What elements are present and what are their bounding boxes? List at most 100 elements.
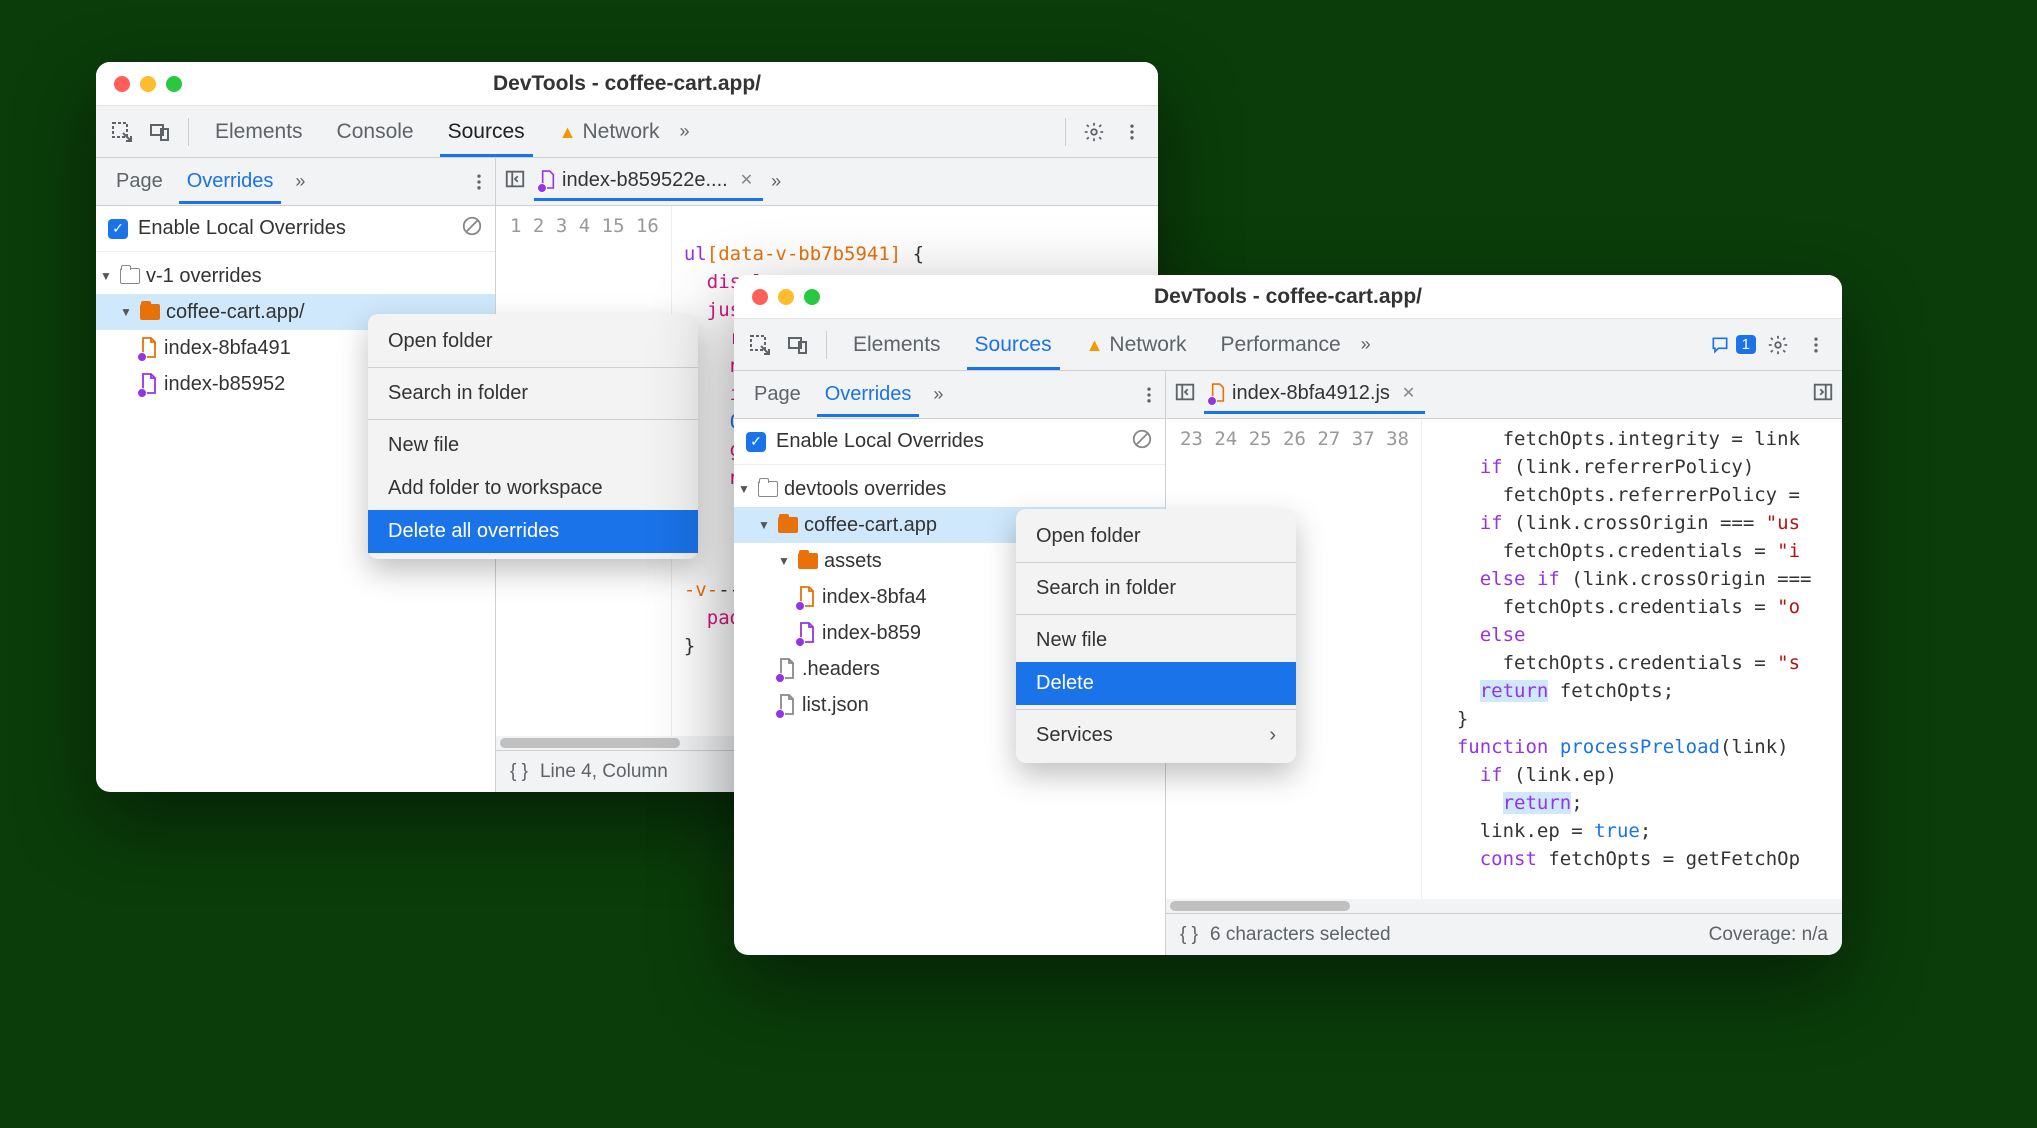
code-line: fetchOpts.referrerPolicy = <box>1434 481 1842 509</box>
titlebar[interactable]: DevTools - coffee-cart.app/ <box>96 62 1158 106</box>
tab-network[interactable]: ▲Network <box>1072 321 1201 369</box>
inspect-icon[interactable] <box>744 329 776 361</box>
toggle-panel-left-icon[interactable] <box>504 168 526 196</box>
code-line: else if (link.crossOrigin === <box>1434 565 1842 593</box>
ctx-delete[interactable]: Delete <box>1016 662 1296 705</box>
tab-sources[interactable]: Sources <box>961 321 1066 369</box>
device-toggle-icon[interactable] <box>782 329 814 361</box>
context-separator <box>1016 562 1296 563</box>
ctx-search-folder[interactable]: Search in folder <box>368 372 698 415</box>
main-toolbar: Elements Console Sources ▲Network » <box>96 106 1158 158</box>
side-more-icon[interactable] <box>463 166 495 198</box>
enable-overrides-row: ✓ Enable Local Overrides <box>96 206 495 252</box>
side-more-icon[interactable] <box>1133 379 1165 411</box>
toggle-panel-left-icon[interactable] <box>1174 381 1196 409</box>
code-line: return; <box>1434 789 1842 817</box>
ctx-new-file[interactable]: New file <box>368 424 698 467</box>
chevron-right-icon: › <box>1269 724 1276 747</box>
folder-icon <box>120 268 140 284</box>
editor-statusbar: { } 6 characters selected Coverage: n/a <box>1166 913 1842 955</box>
code-line: if (link.crossOrigin === "us <box>1434 509 1842 537</box>
folder-icon <box>798 553 818 569</box>
override-dot-icon <box>137 388 147 398</box>
close-dot[interactable] <box>114 76 130 92</box>
main-toolbar: Elements Sources ▲Network Performance » … <box>734 319 1842 371</box>
code-editor[interactable]: fetchOpts.integrity = link if (link.refe… <box>1422 419 1842 899</box>
folder-icon <box>778 517 798 533</box>
more-tabs-chevron[interactable]: » <box>680 121 690 142</box>
minimize-dot[interactable] <box>140 76 156 92</box>
braces-icon[interactable]: { } <box>1180 924 1198 946</box>
enable-overrides-checkbox[interactable]: ✓ <box>108 219 128 239</box>
context-separator <box>1016 614 1296 615</box>
more-menu-icon[interactable] <box>1800 329 1832 361</box>
side-tab-overrides[interactable]: Overrides <box>175 160 286 203</box>
more-menu-icon[interactable] <box>1116 116 1148 148</box>
zoom-dot[interactable] <box>166 76 182 92</box>
css-file-icon <box>540 170 556 190</box>
file-tab[interactable]: index-8bfa4912.js ✕ <box>1204 376 1425 414</box>
code-line: else <box>1434 621 1842 649</box>
ctx-search-folder[interactable]: Search in folder <box>1016 567 1296 610</box>
ctx-delete-all-overrides[interactable]: Delete all overrides <box>368 510 698 553</box>
settings-gear-icon[interactable] <box>1762 329 1794 361</box>
css-file-icon <box>140 373 158 395</box>
zoom-dot[interactable] <box>804 289 820 305</box>
code-line: ul[data-v-bb7b5941] { <box>684 240 1158 268</box>
messages-badge: 1 <box>1736 335 1756 354</box>
ctx-new-file[interactable]: New file <box>1016 619 1296 662</box>
close-dot[interactable] <box>752 289 768 305</box>
tab-console[interactable]: Console <box>323 108 428 156</box>
ctx-open-folder[interactable]: Open folder <box>368 320 698 363</box>
more-tabs-chevron[interactable]: » <box>1361 334 1371 355</box>
traffic-lights <box>752 289 820 305</box>
code-line: } <box>1434 705 1842 733</box>
code-line: fetchOpts.credentials = "o <box>1434 593 1842 621</box>
toggle-panel-right-icon[interactable] <box>1812 381 1834 409</box>
code-line <box>684 212 1158 240</box>
device-toggle-icon[interactable] <box>144 116 176 148</box>
window-title: DevTools - coffee-cart.app/ <box>1154 285 1422 309</box>
js-file-icon <box>1210 383 1226 403</box>
context-separator <box>368 419 698 420</box>
tab-elements[interactable]: Elements <box>201 108 317 156</box>
ctx-add-folder[interactable]: Add folder to workspace <box>368 467 698 510</box>
minimize-dot[interactable] <box>778 289 794 305</box>
tree-folder-root[interactable]: ▼v-1 overrides <box>96 258 495 294</box>
braces-icon[interactable]: { } <box>510 761 528 783</box>
code-line: if (link.referrerPolicy) <box>1434 453 1842 481</box>
more-side-tabs-chevron[interactable]: » <box>285 171 315 192</box>
clear-overrides-icon[interactable] <box>461 215 483 243</box>
enable-overrides-checkbox[interactable]: ✓ <box>746 432 766 452</box>
more-side-tabs-chevron[interactable]: » <box>923 384 953 405</box>
warning-icon: ▲ <box>559 122 577 143</box>
js-file-icon <box>798 586 816 608</box>
toolbar-separator <box>826 331 827 359</box>
tab-performance[interactable]: Performance <box>1206 321 1354 369</box>
tab-sources[interactable]: Sources <box>434 108 539 156</box>
tab-elements[interactable]: Elements <box>839 321 955 369</box>
clear-overrides-icon[interactable] <box>1131 428 1153 456</box>
close-tab-icon[interactable]: ✕ <box>1402 383 1415 403</box>
messages-button[interactable]: 1 <box>1710 335 1756 355</box>
tree-folder-root[interactable]: ▼devtools overrides <box>734 471 1165 507</box>
ctx-services[interactable]: Services› <box>1016 714 1296 757</box>
side-tab-page[interactable]: Page <box>104 160 175 203</box>
side-tab-page[interactable]: Page <box>742 373 813 416</box>
js-file-icon <box>140 337 158 359</box>
titlebar[interactable]: DevTools - coffee-cart.app/ <box>734 275 1842 319</box>
tab-network[interactable]: ▲Network <box>545 108 674 156</box>
code-line: return fetchOpts; <box>1434 677 1842 705</box>
more-file-tabs-chevron[interactable]: » <box>763 171 789 192</box>
css-file-icon <box>798 622 816 644</box>
inspect-icon[interactable] <box>106 116 138 148</box>
ctx-open-folder[interactable]: Open folder <box>1016 515 1296 558</box>
close-tab-icon[interactable]: ✕ <box>740 170 753 190</box>
settings-gear-icon[interactable] <box>1078 116 1110 148</box>
file-tab[interactable]: index-b859522e.... ✕ <box>534 163 763 201</box>
context-separator <box>1016 709 1296 710</box>
horizontal-scrollbar[interactable] <box>1166 899 1842 913</box>
context-separator <box>368 367 698 368</box>
context-menu: Open folder Search in folder New file De… <box>1016 509 1296 763</box>
side-tab-overrides[interactable]: Overrides <box>813 373 924 416</box>
